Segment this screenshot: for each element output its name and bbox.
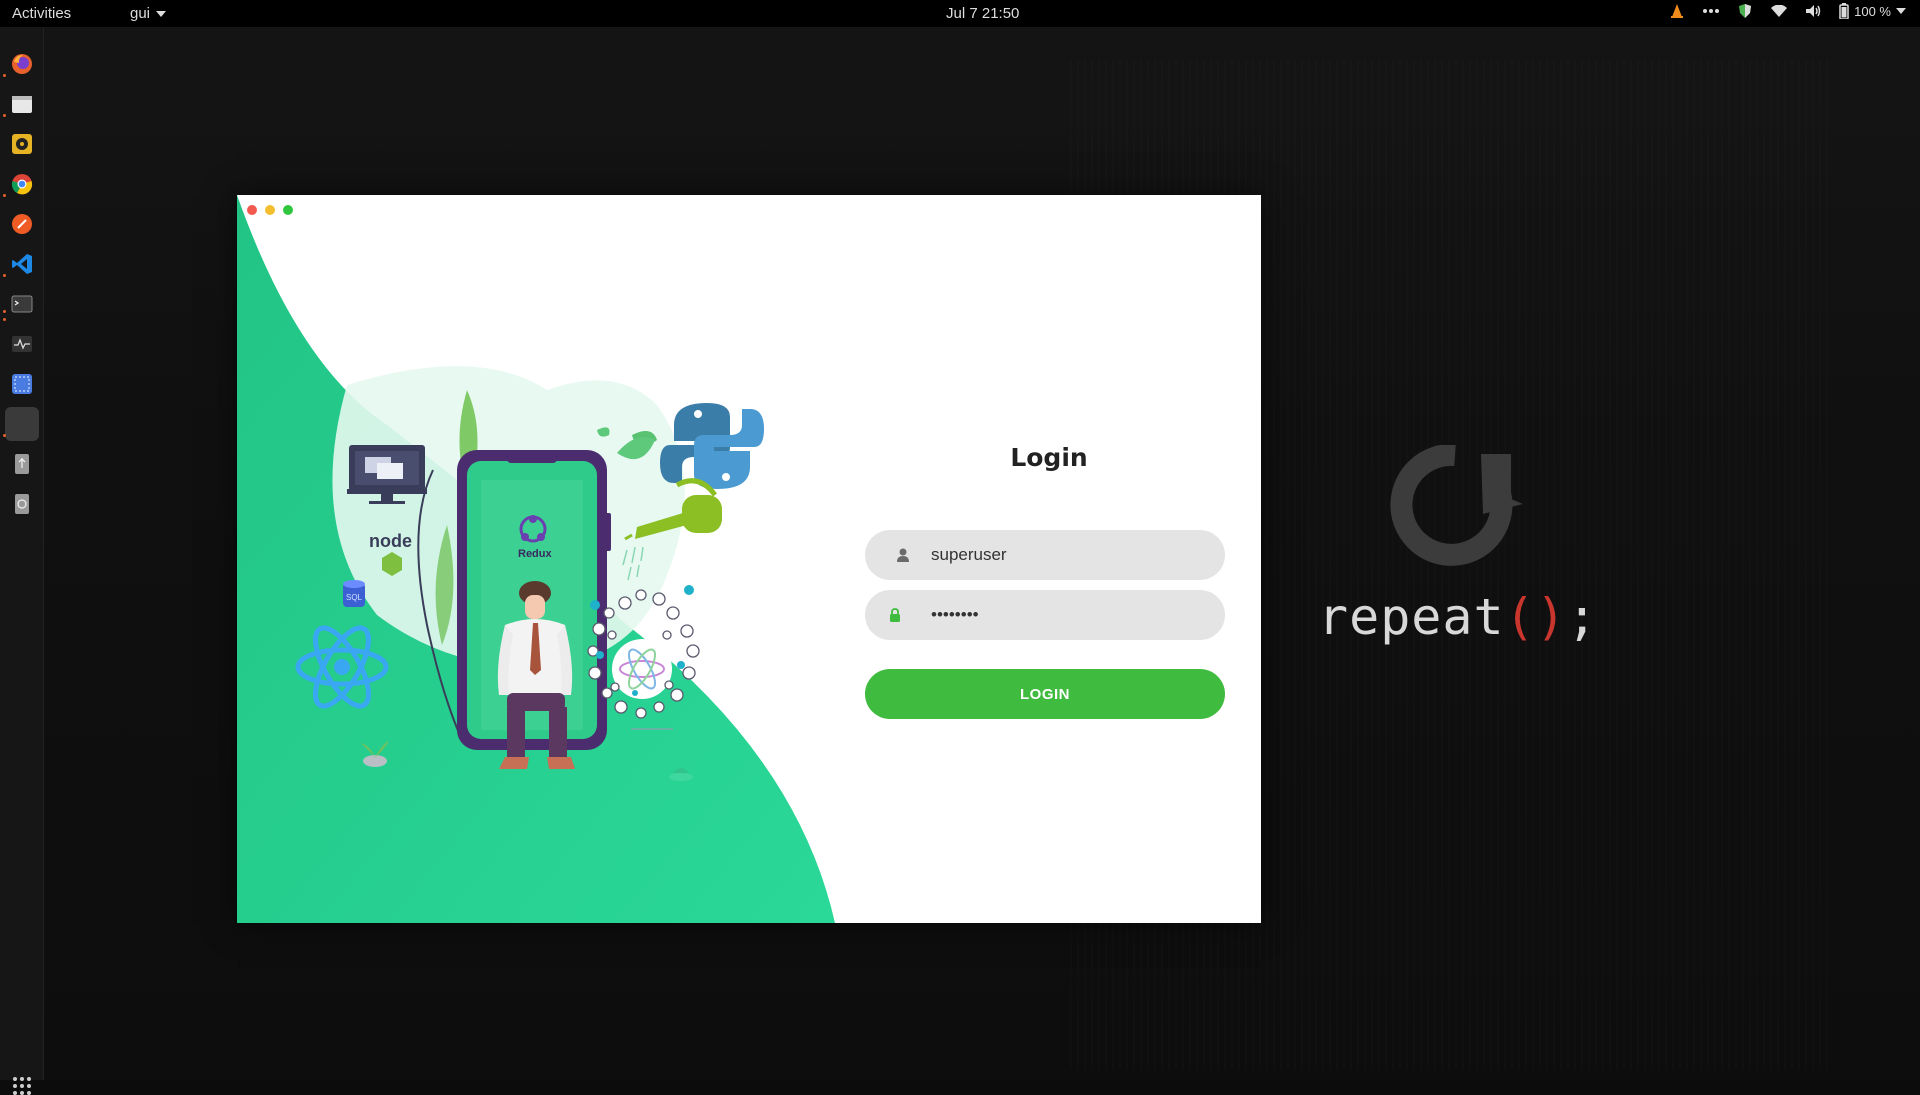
svg-text:SQL: SQL (346, 593, 363, 602)
username-input[interactable] (931, 530, 1211, 580)
wifi-icon[interactable] (1771, 3, 1788, 19)
login-button[interactable]: LOGIN (865, 669, 1225, 719)
close-icon[interactable] (247, 205, 257, 215)
chevron-down-icon (156, 10, 167, 17)
clock[interactable]: Jul 7 21:50 (946, 5, 1019, 22)
vscode-icon (12, 254, 32, 274)
window-controls (247, 205, 293, 215)
firefox-icon (12, 54, 32, 74)
password-field[interactable] (865, 590, 1225, 640)
chrome-icon (11, 174, 33, 195)
vlc-icon[interactable] (1669, 3, 1685, 19)
svg-text:node: node (369, 531, 412, 551)
dock-active-app[interactable] (5, 407, 39, 441)
volume-icon[interactable] (1805, 3, 1821, 19)
dock (0, 27, 44, 1095)
dock-terminal[interactable] (5, 287, 39, 321)
minimize-icon[interactable] (265, 205, 275, 215)
active-app-icon (11, 413, 33, 435)
shield-icon[interactable] (1737, 3, 1753, 19)
login-illustration: node SQL Redux (237, 195, 835, 923)
app-menu-label: gui (130, 5, 151, 22)
lock-icon (890, 608, 900, 622)
more-icon[interactable] (1703, 3, 1720, 19)
postman-icon (12, 214, 32, 234)
system-monitor-icon (12, 336, 32, 352)
password-input[interactable] (931, 590, 1211, 640)
dock-system-monitor[interactable] (5, 327, 39, 361)
disk-icon (15, 494, 29, 514)
repeat-code-text: repeat(); (1318, 588, 1598, 646)
dock-vscode[interactable] (5, 247, 39, 281)
app-window: node SQL Redux Login superuser LOGIN (237, 195, 1261, 923)
dock-rhythmbox[interactable] (5, 127, 39, 161)
user-icon (897, 548, 909, 562)
app-menu[interactable]: gui (130, 5, 167, 22)
dock-screenshot[interactable] (5, 367, 39, 401)
screenshot-icon (12, 374, 32, 394)
battery-percent: 100 % (1854, 3, 1891, 19)
activities-button[interactable]: Activities (12, 5, 71, 22)
usb-drive-icon (15, 454, 29, 474)
dock-chrome[interactable] (5, 167, 39, 201)
database-icon: SQL (343, 580, 365, 607)
dock-disk[interactable] (5, 487, 39, 521)
battery-icon (1839, 3, 1849, 19)
dock-firefox[interactable] (5, 47, 39, 81)
battery-indicator[interactable]: 100 % (1839, 3, 1906, 19)
username-field[interactable] (865, 530, 1225, 580)
python-icon (660, 403, 764, 489)
dock-files[interactable] (5, 87, 39, 121)
login-title: Login (1010, 443, 1088, 472)
chevron-down-icon (1896, 8, 1906, 14)
files-icon (12, 96, 32, 113)
top-bar: Activities gui Jul 7 21:50 100 % (0, 0, 1920, 27)
rhythmbox-icon (12, 134, 32, 154)
login-panel: Login LOGIN (837, 195, 1261, 923)
system-tray[interactable]: 100 % (1669, 3, 1906, 19)
dock-usb-drive[interactable] (5, 447, 39, 481)
svg-text:Redux: Redux (518, 548, 553, 560)
terminal-icon (11, 295, 33, 313)
dock-postman[interactable] (5, 207, 39, 241)
maximize-icon[interactable] (283, 205, 293, 215)
